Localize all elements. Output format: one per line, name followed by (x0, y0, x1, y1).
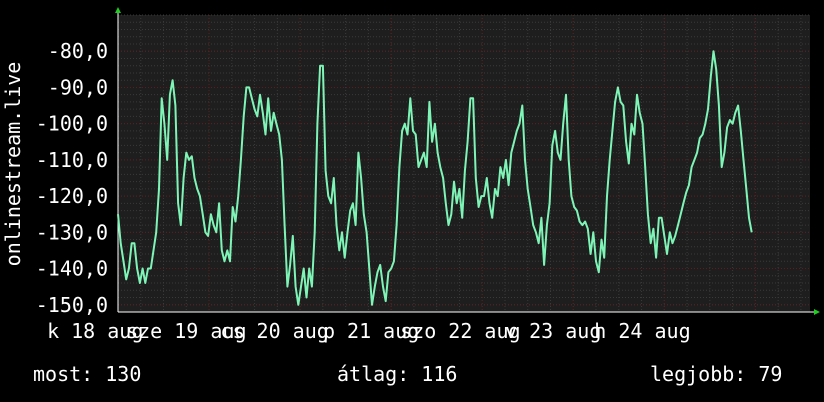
chart-svg: -80,0 -90,0 -100,0 -110,0 -120,0 -130,0 -140,0… (1, 7, 820, 343)
x-tick-label: h 24 aug (594, 319, 690, 343)
y-tick-label: -110,0 (36, 148, 108, 172)
stat-best: legjobb: 79 (650, 362, 783, 386)
x-axis-arrow (814, 309, 820, 315)
y-tick-label: -80,0 (48, 39, 108, 63)
y-tick-label: -120,0 (36, 184, 108, 208)
plot-area (118, 15, 810, 312)
chart-root: -80,0 -90,0 -100,0 -110,0 -120,0 -130,0 -140,0… (0, 0, 824, 402)
y-tick-label: -130,0 (36, 220, 108, 244)
x-tick-label: cs 20 aug (220, 319, 328, 343)
x-tick-label: szo 22 aug (400, 319, 520, 343)
stat-average: átlag: 116 (337, 362, 458, 386)
y-axis-label: onlinestream.live (1, 62, 25, 267)
y-tick-label: -140,0 (36, 257, 108, 281)
x-tick-label: v 23 aug (505, 319, 601, 343)
y-tick-label: -150,0 (36, 293, 108, 317)
stat-current: most: 130 (33, 362, 142, 386)
y-tick-label: -100,0 (36, 112, 108, 136)
y-tick-label: -90,0 (48, 75, 108, 99)
y-axis-arrow (115, 7, 121, 13)
